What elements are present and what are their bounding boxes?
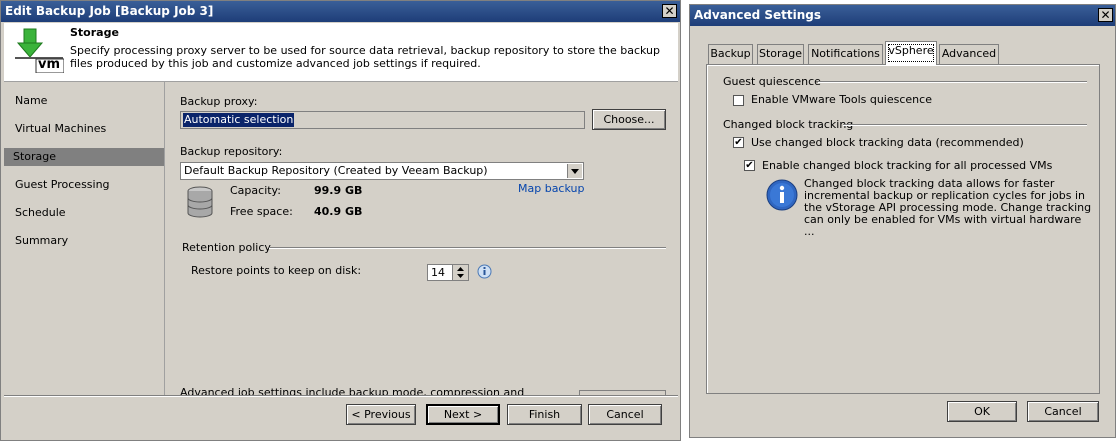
vm-icon: vm xyxy=(14,27,65,74)
advanced-cancel-button[interactable]: Cancel xyxy=(1027,401,1099,422)
previous-button[interactable]: < Previous xyxy=(346,404,416,425)
advanced-settings-window: Advanced Settings ✕ Backup Storage Notif… xyxy=(689,4,1116,438)
right-window-titlebar[interactable]: Advanced Settings ✕ xyxy=(690,5,1115,26)
restore-points-label: Restore points to keep on disk: xyxy=(191,264,362,277)
capacity-label: Capacity: xyxy=(230,184,281,197)
free-space-value: 40.9 GB xyxy=(314,205,363,218)
header-title: Storage xyxy=(70,26,119,39)
right-close-icon[interactable]: ✕ xyxy=(1098,8,1113,22)
tab-panel: Guest quiescence Enable VMware Tools qui… xyxy=(706,64,1100,394)
use-cbt-label[interactable]: Use changed block tracking data (recomme… xyxy=(751,136,1024,149)
backup-proxy-field[interactable]: Automatic selection xyxy=(180,111,585,129)
left-window-title: Edit Backup Job [Backup Job 3] xyxy=(5,4,214,18)
free-space-label: Free space: xyxy=(230,205,293,218)
retention-divider xyxy=(269,247,666,249)
info-circle-icon xyxy=(766,179,798,211)
header-description: Specify processing proxy server to be us… xyxy=(70,44,660,70)
nav-item-name[interactable]: Name xyxy=(6,92,163,110)
right-window-title: Advanced Settings xyxy=(694,8,822,22)
nav-item-schedule[interactable]: Schedule xyxy=(6,204,163,222)
backup-repository-value: Default Backup Repository (Created by Ve… xyxy=(184,164,488,177)
stepper-arrows-icon[interactable] xyxy=(452,265,468,280)
vm-icon-text: vm xyxy=(38,57,61,72)
info-line: can only be enabled for VMs with virtual… xyxy=(804,213,1082,238)
backup-repository-label: Backup repository: xyxy=(180,145,283,158)
backup-proxy-label: Backup proxy: xyxy=(180,95,258,108)
database-icon xyxy=(186,186,214,218)
advanced-settings-hint: Advanced job settings include backup mod… xyxy=(180,385,580,395)
map-backup-link[interactable]: Map backup xyxy=(518,182,584,195)
chevron-down-icon[interactable] xyxy=(567,164,582,178)
tab-storage[interactable]: Storage xyxy=(757,44,804,64)
ok-button[interactable]: OK xyxy=(947,401,1017,422)
backup-proxy-value: Automatic selection xyxy=(183,113,295,127)
restore-points-value: 14 xyxy=(431,266,445,279)
tab-vsphere[interactable]: vSphere xyxy=(885,41,937,65)
choose-proxy-button[interactable]: Choose... xyxy=(592,109,666,130)
enable-tools-checkbox[interactable] xyxy=(733,95,744,106)
wizard-nav: Name Virtual Machines Storage Guest Proc… xyxy=(4,82,165,395)
backup-repository-select[interactable]: Default Backup Repository (Created by Ve… xyxy=(180,162,584,180)
enable-tools-label[interactable]: Enable VMware Tools quiescence xyxy=(751,93,932,106)
guest-quiescence-label: Guest quiescence xyxy=(723,75,821,88)
tab-notifications[interactable]: Notifications xyxy=(808,44,883,64)
enable-cbt-label[interactable]: Enable changed block tracking for all pr… xyxy=(762,159,1052,172)
nav-item-summary[interactable]: Summary xyxy=(6,232,163,250)
info-text: Changed block tracking data allows for f… xyxy=(804,178,1094,238)
finish-button[interactable]: Finish xyxy=(507,404,582,425)
enable-cbt-checkbox[interactable]: ✔ xyxy=(744,160,755,171)
nav-item-storage[interactable]: Storage xyxy=(4,148,164,166)
edit-backup-job-window: Edit Backup Job [Backup Job 3] ✕ vm Stor… xyxy=(0,0,681,441)
retention-policy-label: Retention policy xyxy=(182,241,271,254)
cbt-group-label: Changed block tracking xyxy=(723,118,854,131)
capacity-value: 99.9 GB xyxy=(314,184,363,197)
use-cbt-checkbox[interactable]: ✔ xyxy=(733,137,744,148)
cbt-divider xyxy=(843,124,1087,126)
next-button[interactable]: Next > xyxy=(426,404,500,425)
info-icon[interactable] xyxy=(477,264,492,279)
advanced-settings-hint-text: Advanced job settings include backup mod… xyxy=(180,386,525,395)
cancel-button[interactable]: Cancel xyxy=(588,404,662,425)
restore-points-stepper[interactable]: 14 xyxy=(427,264,469,281)
wizard-header: vm Storage Specify processing proxy serv… xyxy=(4,23,678,82)
footer-divider xyxy=(4,395,678,397)
tab-backup[interactable]: Backup xyxy=(708,44,753,64)
left-window-titlebar[interactable]: Edit Backup Job [Backup Job 3] ✕ xyxy=(1,1,680,22)
tab-advanced[interactable]: Advanced xyxy=(939,44,999,64)
guest-quiescence-divider xyxy=(818,81,1087,83)
nav-item-virtual-machines[interactable]: Virtual Machines xyxy=(6,120,163,138)
nav-item-guest-processing[interactable]: Guest Processing xyxy=(6,176,163,194)
left-close-icon[interactable]: ✕ xyxy=(662,4,677,18)
